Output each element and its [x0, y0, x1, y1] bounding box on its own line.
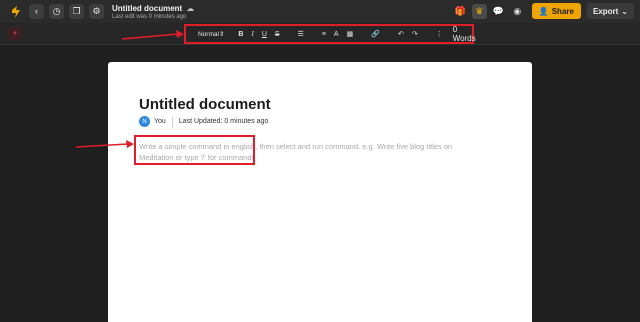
- app-logo-icon[interactable]: [8, 4, 24, 20]
- redo-icon[interactable]: ↷: [412, 31, 418, 38]
- word-count: 0 Words: [452, 25, 476, 43]
- crown-icon[interactable]: ♛: [471, 3, 487, 19]
- annotation-arrow-toolbar: [121, 30, 184, 40]
- strikethrough-icon[interactable]: S: [275, 31, 280, 38]
- document-meta: Untitled document ☁ Last edit was 0 minu…: [112, 4, 194, 20]
- gift-icon[interactable]: 🎁: [453, 4, 468, 19]
- italic-icon[interactable]: I: [251, 30, 253, 38]
- highlight-icon[interactable]: ▦: [347, 31, 354, 38]
- paragraph-style-select[interactable]: Normal ⇕: [198, 28, 224, 40]
- author-name: You: [154, 118, 166, 125]
- share-label: Share: [551, 6, 574, 16]
- author-row: N You Last Updated: 0 minutes ago: [139, 116, 268, 127]
- annotation-arrow-editor: [75, 140, 134, 148]
- chevron-down-icon: ⌄: [621, 6, 628, 16]
- document-title[interactable]: Untitled document: [112, 4, 182, 13]
- document-heading[interactable]: Untitled document: [139, 96, 271, 113]
- more-icon[interactable]: ⋮: [436, 31, 443, 38]
- ai-tool-icon[interactable]: ⚡: [8, 27, 22, 40]
- top-bar: ‹ ◷ ❐ ⚙ Untitled document ☁ Last edit wa…: [0, 0, 640, 23]
- document-canvas[interactable]: Untitled document N You Last Updated: 0 …: [108, 62, 532, 322]
- cloud-icon: ☁: [186, 3, 195, 13]
- underline-icon[interactable]: U: [262, 31, 267, 38]
- undo-icon[interactable]: ↶: [398, 31, 404, 38]
- right-tools: 🎁 ♛ 💬 ◉ 👤 Share Export ⌄: [449, 3, 634, 19]
- last-edit-status: Last edit was 0 minutes ago: [112, 13, 187, 20]
- divider: [171, 116, 173, 127]
- settings-icon[interactable]: ⚙: [89, 4, 104, 19]
- export-button[interactable]: Export ⌄: [586, 3, 634, 19]
- link-icon[interactable]: 🔗: [371, 31, 380, 38]
- export-label: Export: [592, 6, 619, 16]
- text-color-icon[interactable]: A: [334, 31, 339, 38]
- select-arrows-icon: ⇕: [218, 31, 225, 38]
- format-toolbar: Normal ⇕ B I U S ☰ ≡ A ▦ 🔗 ↶ ↷ ⋮ 0 Words: [184, 24, 476, 44]
- eye-icon[interactable]: ◉: [510, 4, 525, 19]
- back-icon[interactable]: ‹: [29, 4, 44, 19]
- align-icon[interactable]: ≡: [322, 31, 326, 38]
- copy-icon[interactable]: ❐: [69, 4, 84, 19]
- share-button[interactable]: 👤 Share: [531, 3, 581, 19]
- formatting-row: ⚡ Normal ⇕ B I U S ☰ ≡ A ▦ 🔗 ↶ ↷ ⋮ 0 Wor…: [0, 23, 640, 45]
- annotation-box: [134, 135, 255, 165]
- bullet-list-icon[interactable]: ☰: [298, 31, 304, 38]
- avatar: N: [139, 116, 150, 127]
- share-person-icon: 👤: [538, 6, 549, 16]
- last-updated: Last Updated: 0 minutes ago: [178, 118, 269, 125]
- paragraph-style-value: Normal: [198, 30, 219, 38]
- comment-icon[interactable]: 💬: [491, 4, 506, 19]
- history-icon[interactable]: ◷: [49, 4, 64, 19]
- bold-icon[interactable]: B: [238, 31, 243, 38]
